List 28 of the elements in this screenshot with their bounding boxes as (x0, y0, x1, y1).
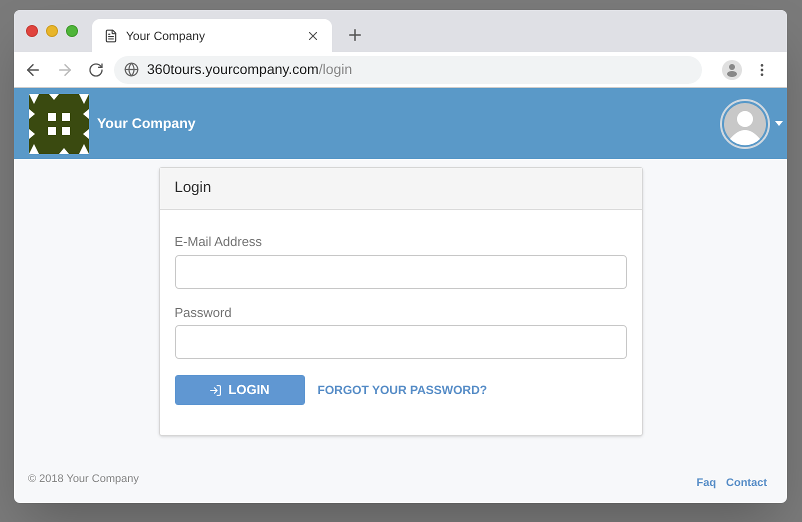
avatar-icon[interactable] (720, 98, 770, 148)
input-field[interactable] (174, 254, 626, 288)
browser-tab[interactable]: Your Company (92, 19, 332, 52)
login-icon (209, 384, 222, 396)
footer-link[interactable]: Contact (726, 474, 767, 491)
url-host: 360tours.yourcompany.com (147, 61, 319, 77)
new-tab-icon[interactable] (346, 26, 364, 44)
minimize-window-button[interactable] (46, 25, 58, 37)
field-label: Password (174, 304, 233, 322)
copyright-text: © 2018 Your Company (28, 472, 139, 486)
input-field[interactable] (174, 325, 626, 359)
close-window-button[interactable] (26, 25, 38, 37)
logo-icon (29, 94, 89, 154)
footer-link[interactable]: Faq (696, 474, 716, 491)
login-button[interactable]: LOGIN (174, 375, 304, 405)
field-label: E-Mail Address (174, 233, 263, 251)
brand-name[interactable]: Your Company (97, 113, 196, 134)
profile-icon[interactable] (722, 60, 742, 80)
address-bar[interactable]: 360tours.yourcompany.com/login (114, 56, 702, 84)
caret-icon[interactable] (775, 121, 783, 126)
forgot-password-link[interactable]: FORGOT YOUR PASSWORD? (318, 381, 488, 399)
maximize-window-button[interactable] (66, 25, 78, 37)
tab-title: Your Company (126, 28, 206, 44)
url-path: /login (318, 61, 352, 77)
reload-icon[interactable] (88, 62, 104, 78)
document-icon (104, 28, 118, 42)
card-title: Login (174, 178, 212, 198)
globe-icon (124, 62, 139, 77)
